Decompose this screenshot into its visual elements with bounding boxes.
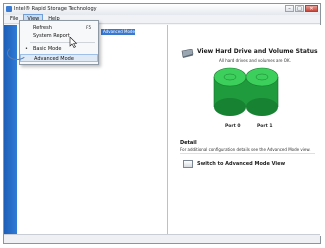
status-bar xyxy=(4,234,320,243)
mouse-pointer-icon xyxy=(69,37,78,48)
highlight-callout-arc xyxy=(7,46,27,60)
minimize-button[interactable]: – xyxy=(285,5,294,12)
menu-separator xyxy=(30,42,95,43)
maximize-button[interactable]: □ xyxy=(295,5,304,12)
volume-disk-graphic xyxy=(213,67,279,116)
menu-refresh-shortcut: F5 xyxy=(86,25,91,30)
detail-divider xyxy=(180,153,315,154)
tree-selected-item[interactable]: Advanced Mode xyxy=(101,29,135,35)
menu-advanced-mode-label: Advanced Mode xyxy=(34,56,74,62)
switch-advanced-mode-link[interactable]: Switch to Advanced Mode View xyxy=(197,161,285,167)
drive-icon xyxy=(181,49,194,58)
menu-advanced-mode[interactable]: Advanced Mode xyxy=(20,54,98,62)
menu-refresh-label: Refresh xyxy=(33,25,52,31)
disk-label-port-1: Port 1 xyxy=(257,124,273,129)
status-subtitle: All hard drives and volumes are OK. xyxy=(219,58,291,63)
status-pane: View Hard Drive and Volume Status All ha… xyxy=(168,25,321,236)
menu-refresh[interactable]: Refresh F5 xyxy=(20,24,98,32)
disk-label-port-0: Port 0 xyxy=(225,124,241,129)
menu-basic-mode[interactable]: • Basic Mode xyxy=(20,45,98,53)
menu-system-report-label: System Report xyxy=(33,33,70,39)
detail-text: For additional configuration details see… xyxy=(180,147,311,152)
detail-heading: Detail xyxy=(180,140,197,146)
app-icon xyxy=(6,6,12,12)
window-controls: – □ ✕ xyxy=(285,5,318,12)
menu-basic-mode-label: Basic Mode xyxy=(33,46,62,52)
close-button[interactable]: ✕ xyxy=(305,5,318,12)
disk-port-1[interactable] xyxy=(245,67,279,116)
view-menu-dropdown: Refresh F5 System Report • Basic Mode Ad… xyxy=(19,20,99,65)
switch-mode-icon[interactable] xyxy=(183,160,193,168)
status-title: View Hard Drive and Volume Status xyxy=(197,48,318,55)
menu-system-report[interactable]: System Report xyxy=(20,32,98,40)
window-title: Intel® Rapid Storage Technology xyxy=(14,6,97,12)
disk-port-0[interactable] xyxy=(213,67,247,116)
